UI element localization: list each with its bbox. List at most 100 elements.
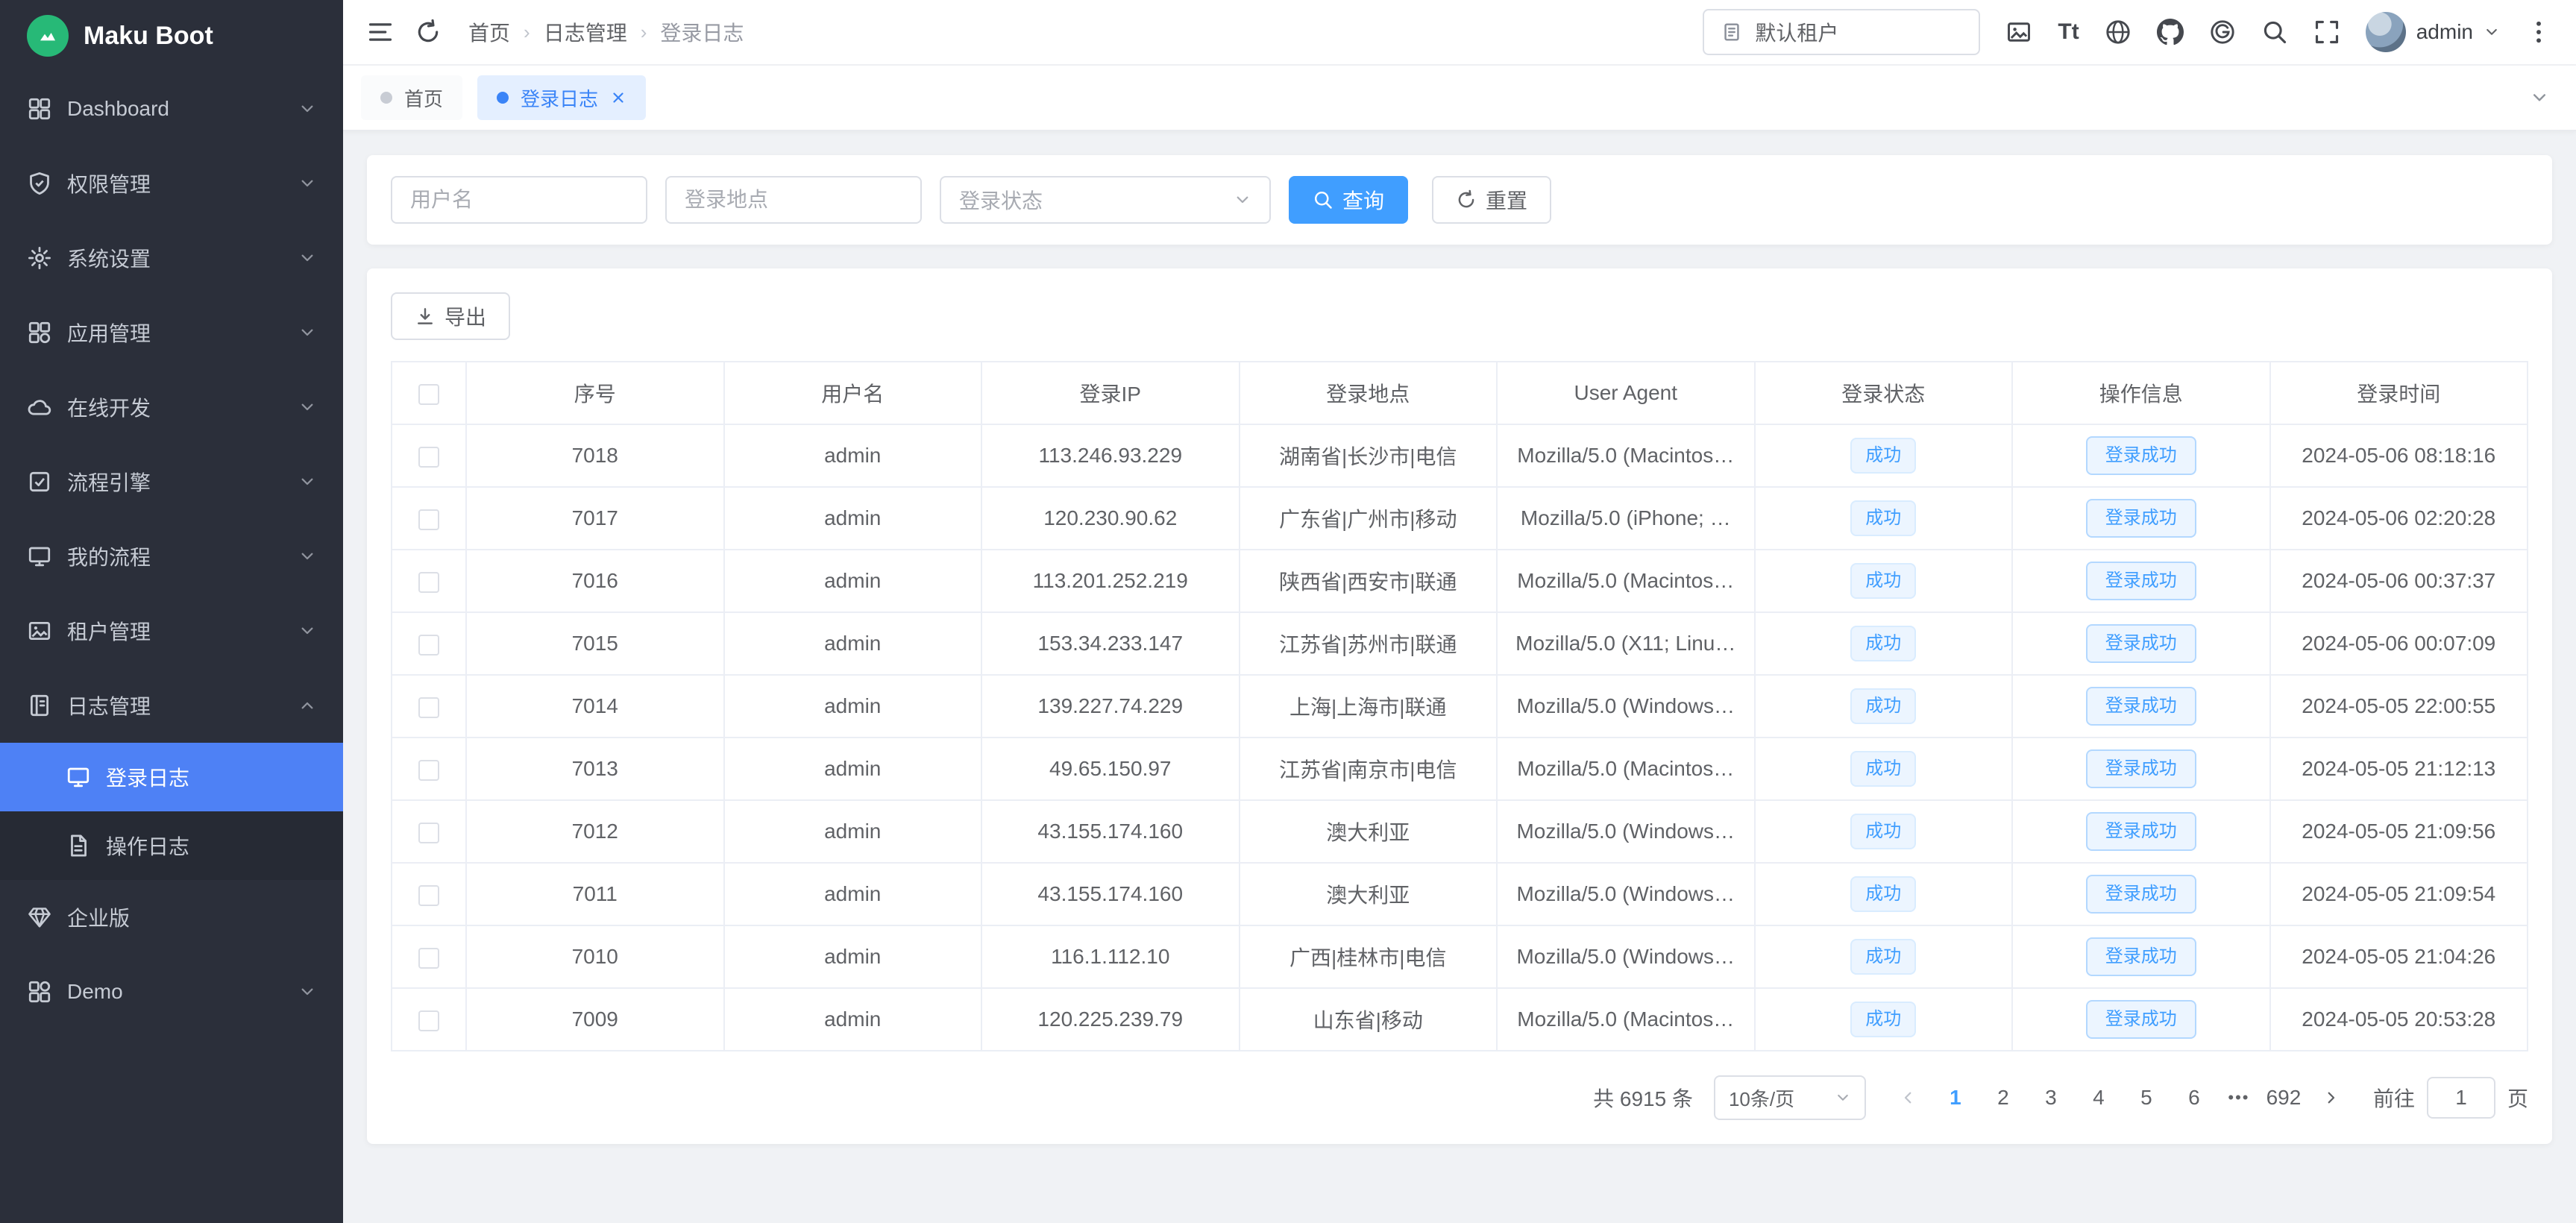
globe-icon[interactable] [2105,19,2132,45]
table-row[interactable]: 7014 admin 139.227.74.229 上海|上海市|联通 Mozi… [392,675,2528,738]
operation-tag[interactable]: 登录成功 [2086,687,2196,726]
sidebar-item-my-workflow[interactable]: 我的流程 [0,519,343,594]
sidebar-item-operation-log[interactable]: 操作日志 [0,811,343,880]
page-number-button[interactable]: 3 [2030,1077,2072,1119]
sidebar-item-system-settings[interactable]: 系统设置 [0,221,343,295]
menu-collapse-icon[interactable] [367,19,394,45]
tab-label: 首页 [404,84,443,112]
breadcrumb-item[interactable]: 首页 [468,17,510,47]
row-checkbox[interactable] [418,823,439,843]
operation-tag[interactable]: 登录成功 [2086,812,2196,851]
close-icon[interactable] [610,89,626,106]
row-checkbox[interactable] [418,509,439,530]
font-size-icon[interactable]: Tt [2058,21,2079,43]
row-checkbox[interactable] [418,697,439,718]
sidebar-item-demo[interactable]: Demo [0,955,343,1029]
column-header-user-agent: User Agent [1497,362,1755,424]
user-menu[interactable]: admin [2366,12,2500,52]
page-number-button[interactable]: 5 [2126,1077,2167,1119]
status-tag: 成功 [1850,1002,1916,1037]
brand[interactable]: Maku Boot [0,0,343,72]
reset-button[interactable]: 重置 [1432,176,1551,224]
cell-id: 7015 [466,612,724,675]
sidebar-item-app-management[interactable]: 应用管理 [0,295,343,370]
sidebar-item-label: 权限管理 [67,169,151,198]
select-all-checkbox[interactable] [418,384,439,405]
table-row[interactable]: 7013 admin 49.65.150.97 江苏省|南京市|电信 Mozil… [392,738,2528,800]
row-checkbox[interactable] [418,447,439,468]
tenant-select[interactable]: 默认租户 [1703,9,1980,55]
export-button[interactable]: 导出 [391,292,510,340]
chevron-down-icon [298,100,316,118]
operation-tag[interactable]: 登录成功 [2086,1000,2196,1039]
sidebar-item-permissions[interactable]: 权限管理 [0,146,343,221]
tab-login-log[interactable]: 登录日志 [477,75,646,120]
cell-login-location: 澳大利亚 [1240,863,1498,925]
login-location-input[interactable] [665,176,922,224]
search-icon [1313,189,1333,210]
sidebar-item-workflow-engine[interactable]: 流程引擎 [0,444,343,519]
prev-page-button[interactable] [1887,1077,1929,1119]
goto-page-input[interactable] [2427,1077,2495,1119]
page-number-button[interactable]: 1 [1935,1077,1976,1119]
row-checkbox[interactable] [418,948,439,969]
github-icon[interactable] [2157,19,2184,45]
column-header-operation: 操作信息 [2012,362,2270,424]
status-tag: 成功 [1850,563,1916,599]
more-options-icon[interactable] [2525,19,2552,45]
sidebar-item-dashboard[interactable]: Dashboard [0,72,343,146]
tenant-icon [1721,21,1743,43]
table-row[interactable]: 7017 admin 120.230.90.62 广东省|广州市|移动 Mozi… [392,487,2528,550]
table-row[interactable]: 7011 admin 43.155.174.160 澳大利亚 Mozilla/5… [392,863,2528,925]
next-page-button[interactable] [2310,1077,2352,1119]
cell-id: 7009 [466,988,724,1051]
sidebar-item-tenant-management[interactable]: 租户管理 [0,594,343,668]
login-status-select[interactable]: 登录状态 [940,176,1271,224]
row-checkbox[interactable] [418,1010,439,1031]
tabs-menu-button[interactable] [2521,79,2558,116]
operation-tag[interactable]: 登录成功 [2086,624,2196,663]
operation-tag[interactable]: 登录成功 [2086,937,2196,976]
tab-home[interactable]: 首页 [361,75,462,120]
table-row[interactable]: 7015 admin 153.34.233.147 江苏省|苏州市|联通 Moz… [392,612,2528,675]
page-number-button[interactable]: 4 [2078,1077,2120,1119]
layout-image-icon[interactable] [2005,19,2032,45]
operation-tag[interactable]: 登录成功 [2086,499,2196,538]
operation-tag[interactable]: 登录成功 [2086,875,2196,914]
sidebar-item-login-log[interactable]: 登录日志 [0,743,343,811]
row-checkbox[interactable] [418,635,439,655]
table-row[interactable]: 7018 admin 113.246.93.229 湖南省|长沙市|电信 Moz… [392,424,2528,487]
chevron-down-icon [298,473,316,491]
cell-login-location: 澳大利亚 [1240,800,1498,863]
operation-tag[interactable]: 登录成功 [2086,749,2196,788]
username-input[interactable] [391,176,647,224]
page-number-button[interactable]: 2 [1982,1077,2024,1119]
table-row[interactable]: 7016 admin 113.201.252.219 陕西省|西安市|联通 Mo… [392,550,2528,612]
row-checkbox[interactable] [418,885,439,906]
sidebar-item-enterprise[interactable]: 企业版 [0,880,343,955]
query-button[interactable]: 查询 [1289,176,1408,224]
breadcrumb-item[interactable]: 日志管理 [544,17,627,47]
page-number-button[interactable]: 6 [2173,1077,2215,1119]
refresh-icon[interactable] [415,19,442,45]
pager-ellipsis[interactable]: ••• [2221,1088,2257,1107]
cell-id: 7010 [466,925,724,988]
table-row[interactable]: 7010 admin 116.1.112.10 广西|桂林市|电信 Mozill… [392,925,2528,988]
table-row[interactable]: 7012 admin 43.155.174.160 澳大利亚 Mozilla/5… [392,800,2528,863]
search-icon[interactable] [2261,19,2288,45]
topbar: 首页 › 日志管理 › 登录日志 默认租户 Tt [343,0,2576,66]
last-page-button[interactable]: 692 [2263,1077,2305,1119]
cell-login-time: 2024-05-05 21:09:56 [2270,800,2528,863]
cell-user-agent: Mozilla/5.0 (Windows… [1497,925,1755,988]
sidebar-item-log-management[interactable]: 日志管理 [0,668,343,743]
sidebar-item-online-dev[interactable]: 在线开发 [0,370,343,444]
fullscreen-icon[interactable] [2313,19,2340,45]
cell-username: admin [724,800,982,863]
operation-tag[interactable]: 登录成功 [2086,436,2196,475]
row-checkbox[interactable] [418,572,439,593]
page-size-select[interactable]: 10条/页 [1714,1075,1866,1120]
gitee-icon[interactable] [2209,19,2236,45]
row-checkbox[interactable] [418,760,439,781]
operation-tag[interactable]: 登录成功 [2086,562,2196,600]
table-row[interactable]: 7009 admin 120.225.239.79 山东省|移动 Mozilla… [392,988,2528,1051]
